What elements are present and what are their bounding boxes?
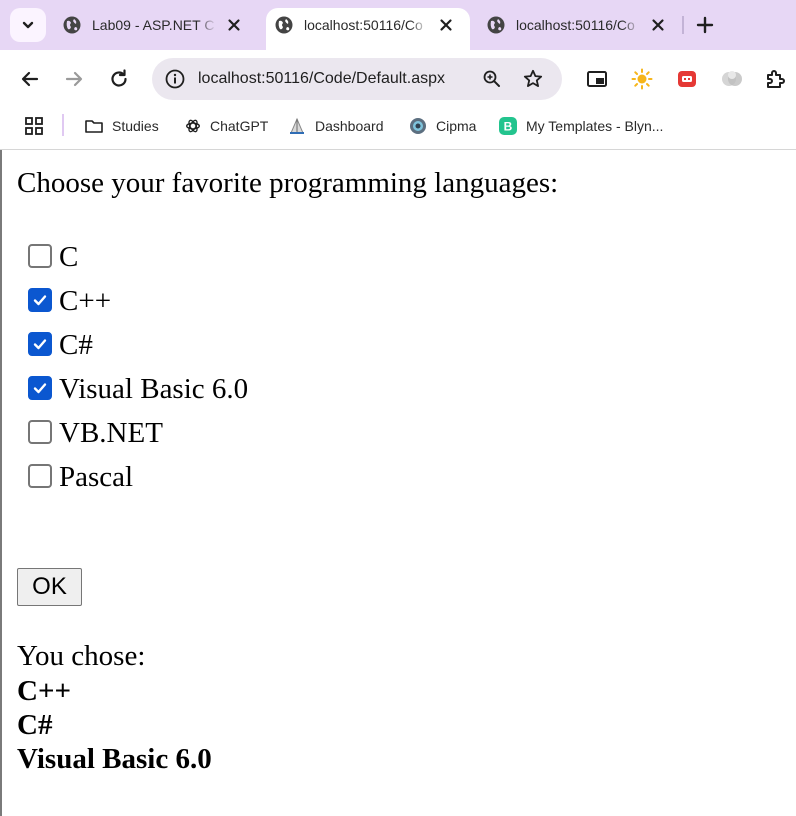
bookmark-label: ChatGPT: [210, 118, 269, 134]
checkmark-icon: [33, 339, 47, 350]
bookmark-dashboard[interactable]: Dashboard: [287, 114, 384, 138]
tab-localhost[interactable]: localhost:50116/Co: [486, 8, 676, 42]
result-label: You chose:: [17, 640, 146, 672]
zoom-icon[interactable]: [482, 69, 502, 89]
language-option: Visual Basic 6.0: [28, 371, 248, 415]
address-text[interactable]: localhost:50116/Code/Default.aspx: [198, 69, 445, 89]
language-option: C: [28, 239, 248, 283]
globe-icon: [63, 16, 81, 34]
close-icon[interactable]: [438, 17, 454, 33]
language-label[interactable]: C++: [59, 283, 111, 319]
tab-separator: [682, 16, 684, 34]
language-label[interactable]: C: [59, 239, 78, 275]
chatgpt-icon: [186, 119, 200, 133]
result-item: C#: [17, 709, 53, 741]
checkbox-unchecked[interactable]: [28, 244, 52, 268]
language-label[interactable]: Visual Basic 6.0: [59, 371, 248, 407]
tab-title: Lab09 - ASP.NET C: [92, 17, 215, 33]
checkbox-unchecked[interactable]: [28, 464, 52, 488]
checkmark-icon: [33, 295, 47, 306]
bookmark-label: Cipma: [436, 118, 477, 134]
ok-button[interactable]: OK: [17, 568, 82, 606]
dashboard-icon: [290, 117, 304, 134]
close-icon[interactable]: [226, 17, 242, 33]
page-content: Choose your favorite programming languag…: [0, 151, 796, 816]
circles-extension-icon[interactable]: [720, 67, 744, 91]
checkbox-checked[interactable]: [28, 288, 52, 312]
bookmark-star-icon[interactable]: [522, 68, 544, 90]
checkbox-unchecked[interactable]: [28, 420, 52, 444]
language-label[interactable]: VB.NET: [59, 415, 163, 451]
picture-in-picture-icon[interactable]: [585, 67, 609, 91]
globe-icon: [275, 16, 293, 34]
bookmark-label: My Templates - Blyn...: [526, 118, 664, 134]
language-label[interactable]: Pascal: [59, 459, 133, 495]
result-item: Visual Basic 6.0: [17, 743, 212, 775]
forward-arrow-icon[interactable]: [62, 67, 86, 91]
language-checkbox-list: C C++ C# Visual Basic 6.0 VB.NET Pascal: [28, 239, 248, 503]
red-extension-icon[interactable]: [675, 67, 699, 91]
tab-localhost-active[interactable]: localhost:50116/Co: [274, 8, 464, 42]
address-host: localhost: [198, 70, 262, 87]
site-info-icon[interactable]: [164, 68, 186, 90]
language-option: VB.NET: [28, 415, 248, 459]
browser-toolbar: localhost:50116/Code/Default.aspx: [0, 50, 796, 108]
chevron-down-icon: [22, 21, 34, 29]
checkbox-checked[interactable]: [28, 332, 52, 356]
bookmarks-bar: Studies ChatGPT Dashboard Cipma B My Tem…: [0, 108, 796, 150]
folder-icon: [85, 120, 103, 133]
back-arrow-icon[interactable]: [18, 67, 42, 91]
address-bar[interactable]: localhost:50116/Code/Default.aspx: [152, 58, 562, 100]
blynk-icon: B: [499, 117, 517, 135]
bookmark-label: Studies: [112, 118, 159, 134]
checkmark-icon: [33, 383, 47, 394]
tab-strip: Lab09 - ASP.NET C localhost:50116/Co loc…: [0, 0, 796, 50]
bookmark-studies[interactable]: Studies: [84, 114, 159, 138]
page-prompt: Choose your favorite programming languag…: [17, 167, 559, 199]
bookmark-label: Dashboard: [315, 118, 384, 134]
language-label[interactable]: C#: [59, 327, 93, 363]
tab-search-button[interactable]: [10, 8, 46, 42]
svg-text:B: B: [504, 120, 513, 134]
close-icon[interactable]: [650, 17, 666, 33]
apps-grid-icon[interactable]: [24, 116, 44, 136]
reload-icon[interactable]: [107, 67, 131, 91]
tab-title: localhost:50116/Co: [516, 17, 635, 33]
language-option: C#: [28, 327, 248, 371]
bookmarks-divider: [62, 114, 64, 136]
bookmark-cipma[interactable]: Cipma: [408, 114, 476, 138]
sun-extension-icon[interactable]: [630, 67, 654, 91]
language-option: C++: [28, 283, 248, 327]
tab-lab09[interactable]: Lab09 - ASP.NET C: [62, 8, 252, 42]
result-item: C++: [17, 675, 71, 707]
new-tab-plus-icon[interactable]: [694, 14, 716, 36]
globe-icon: [487, 16, 505, 34]
language-option: Pascal: [28, 459, 248, 503]
bookmark-my-templates[interactable]: B My Templates - Blyn...: [498, 114, 663, 138]
extensions-puzzle-icon[interactable]: [764, 67, 788, 91]
cipma-icon: [410, 118, 426, 134]
result-list: C++ C# Visual Basic 6.0: [17, 674, 212, 776]
bookmark-chatgpt[interactable]: ChatGPT: [184, 114, 268, 138]
tab-title: localhost:50116/Co: [304, 17, 423, 33]
checkbox-checked[interactable]: [28, 376, 52, 400]
address-path: :50116/Code/Default.aspx: [261, 70, 445, 87]
